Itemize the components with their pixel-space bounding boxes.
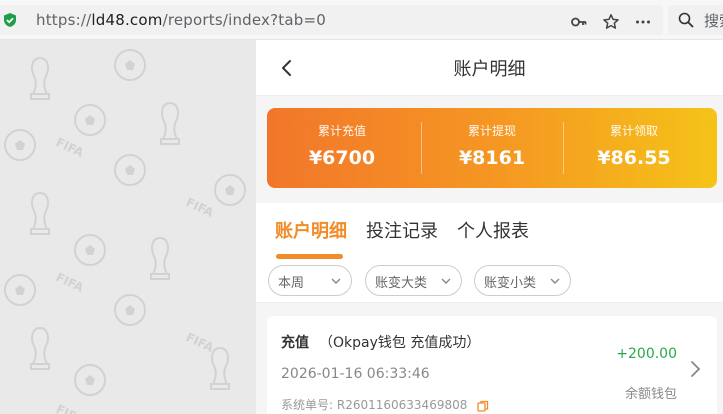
- chevron-down-icon: [550, 278, 560, 284]
- filter-bar: 本周 账变大类 账变小类: [256, 259, 723, 303]
- filter-label: 账变大类: [375, 276, 428, 291]
- filter-label: 账变小类: [484, 276, 537, 291]
- search-placeholder: 搜索: [704, 12, 723, 30]
- copy-icon[interactable]: [477, 400, 489, 412]
- background-pattern: FIFA FIFA FIFA FIFA FIFA: [0, 40, 256, 414]
- summary-total-deposit: 累计充值 ¥6700: [267, 108, 417, 188]
- watermark-label: FIFA: [54, 402, 87, 414]
- summary-value: ¥86.55: [597, 147, 671, 169]
- record-type: 充值: [281, 335, 309, 351]
- watermark-label: FIFA: [54, 135, 87, 160]
- summary-total-claimed: 累计领取 ¥86.55: [559, 108, 709, 188]
- chevron-down-icon: [331, 278, 341, 284]
- transaction-record[interactable]: 充值 （Okpay钱包 充值成功） 2026-01-16 06:33:46 系统单…: [267, 316, 717, 414]
- serial-label: 系统单号:: [281, 398, 334, 412]
- record-wallet: 余额钱包: [624, 387, 677, 402]
- header-bar: 账户明细: [256, 40, 723, 96]
- key-icon[interactable]: [570, 13, 588, 31]
- address-bar[interactable]: https://ld48.com/reports/index?tab=0: [0, 5, 663, 35]
- url-prefix: https://: [36, 11, 92, 29]
- more-icon[interactable]: [634, 13, 652, 31]
- url-text[interactable]: https://ld48.com/reports/index?tab=0: [36, 11, 326, 29]
- page-title: 账户明细: [453, 59, 526, 80]
- period-filter-dropdown[interactable]: 本周: [268, 265, 352, 296]
- browser-toolbar: https://ld48.com/reports/index?tab=0 搜索: [0, 0, 723, 40]
- record-time: 2026-01-16 06:33:46: [281, 366, 430, 382]
- shield-check-icon[interactable]: [2, 12, 18, 28]
- record-title: 充值 （Okpay钱包 充值成功）: [281, 332, 480, 352]
- record-description: （Okpay钱包 充值成功）: [319, 335, 481, 351]
- star-icon[interactable]: [602, 13, 620, 31]
- browser-search-box[interactable]: 搜索: [668, 5, 723, 35]
- category-filter-dropdown[interactable]: 账变大类: [365, 265, 462, 296]
- tab-bar: 账户明细 投注记录 个人报表: [256, 203, 723, 259]
- record-amount: +200.00: [616, 346, 677, 362]
- search-icon: [678, 12, 694, 28]
- summary-value: ¥8161: [458, 147, 526, 169]
- record-serial: 系统单号: R2601160633469808: [281, 396, 489, 413]
- tab-personal-report[interactable]: 个人报表: [457, 217, 529, 243]
- chevron-down-icon: [441, 278, 451, 284]
- serial-value: R2601160633469808: [336, 398, 468, 412]
- url-path: /reports/index?tab=0: [162, 11, 327, 29]
- watermark-label: FIFA: [184, 330, 217, 355]
- watermark-label: FIFA: [54, 270, 87, 295]
- summary-label: 累计领取: [609, 124, 658, 138]
- fifa-watermark-pattern: FIFA FIFA FIFA FIFA FIFA: [4, 49, 246, 414]
- tab-account-details[interactable]: 账户明细: [275, 217, 347, 243]
- url-host: ld48.com: [91, 11, 163, 29]
- summary-label: 累计提现: [467, 124, 516, 138]
- chevron-right-icon: [691, 361, 701, 377]
- subcategory-filter-dropdown[interactable]: 账变小类: [474, 265, 571, 296]
- tab-bet-records[interactable]: 投注记录: [366, 217, 438, 243]
- summary-card: 累计充值 ¥6700 累计提现 ¥8161 累计领取 ¥86.55: [267, 108, 717, 188]
- watermark-label: FIFA: [184, 195, 217, 220]
- summary-value: ¥6700: [308, 147, 376, 169]
- summary-total-withdraw: 累计提现 ¥8161: [417, 108, 567, 188]
- summary-label: 累计充值: [317, 124, 366, 138]
- app-panel: 账户明细 累计充值 ¥6700 累计提现 ¥8161 累计领取 ¥86.55 账…: [256, 40, 723, 414]
- filter-label: 本周: [278, 276, 305, 291]
